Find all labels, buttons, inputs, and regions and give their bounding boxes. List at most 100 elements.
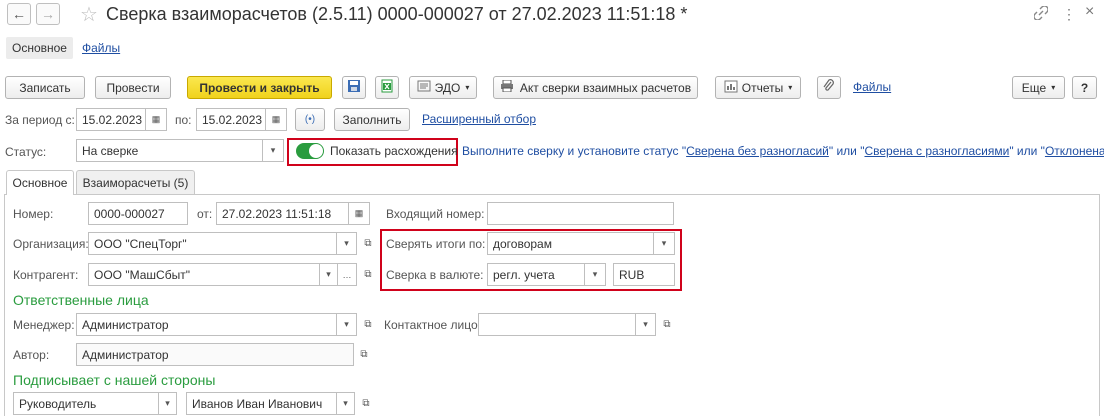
reports-label: Отчеты: [741, 80, 784, 95]
window-title: Сверка взаиморасчетов (2.5.11) 0000-0000…: [106, 4, 688, 24]
dropdown-arrow-icon: ▾: [465, 83, 470, 92]
contact-input[interactable]: [478, 313, 636, 336]
open-form-icon[interactable]: ⧉: [356, 346, 372, 362]
manager-label: Менеджер:: [13, 318, 75, 332]
tab-divider: [4, 194, 1100, 195]
period-from-label: За период с:: [5, 113, 75, 127]
more-button[interactable]: Еще ▾: [1012, 76, 1065, 99]
currency-code-field: RUB: [613, 263, 675, 286]
reconcile-by-select[interactable]: договорам: [487, 232, 654, 255]
counterparty-select-button[interactable]: …: [338, 263, 357, 286]
open-form-icon[interactable]: ⧉: [360, 316, 376, 332]
dropdown-arrow-icon: ▾: [344, 319, 349, 329]
hint-text: Выполните сверку и установите статус ": [462, 144, 687, 158]
signer-role-select[interactable]: Руководитель: [13, 392, 159, 415]
post-and-close-button[interactable]: Провести и закрыть: [187, 76, 332, 99]
period-to-input[interactable]: 15.02.2023: [196, 108, 266, 131]
hint-text: " или ": [828, 144, 865, 158]
act-reconciliation-button[interactable]: Акт сверки взаимных расчетов: [493, 76, 698, 99]
excel-button[interactable]: [375, 76, 399, 99]
close-icon[interactable]: ×: [1085, 3, 1094, 21]
currency-dropdown-button[interactable]: ▾: [585, 263, 606, 286]
calendar-from-button[interactable]: ▦: [146, 108, 167, 131]
forward-arrow-icon: →: [41, 6, 55, 22]
print-icon: [500, 79, 514, 95]
dropdown-arrow-icon: ▾: [344, 238, 349, 248]
excel-icon: [380, 79, 394, 96]
inner-tab-settlements[interactable]: Взаиморасчеты (5): [76, 170, 195, 194]
report-icon: [724, 80, 738, 96]
calendar-icon: ▦: [271, 114, 281, 124]
more-label: Еще: [1021, 80, 1047, 95]
responsible-section-title: Ответственные лица: [13, 292, 149, 308]
act-label: Акт сверки взаимных расчетов: [519, 80, 692, 95]
organization-dropdown-button[interactable]: ▾: [337, 232, 357, 255]
dropdown-arrow-icon: ▾: [643, 319, 648, 329]
signer-role-dropdown-button[interactable]: ▾: [159, 392, 177, 415]
open-form-icon[interactable]: ⧉: [358, 395, 374, 411]
signer-section-title: Подписывает с нашей стороны: [13, 372, 216, 388]
save-disk-button[interactable]: [342, 76, 366, 99]
more-menu-icon[interactable]: ⋮: [1062, 6, 1076, 23]
open-form-icon[interactable]: ⧉: [360, 235, 376, 251]
show-diff-toggle[interactable]: [296, 143, 324, 159]
manager-input[interactable]: Администратор: [76, 313, 337, 336]
forward-button[interactable]: →: [36, 3, 60, 25]
post-button[interactable]: Провести: [95, 76, 171, 99]
date-input[interactable]: 27.02.2023 11:51:18: [216, 202, 349, 225]
open-form-icon[interactable]: ⧉: [659, 316, 675, 332]
period-select-icon: (•): [304, 114, 316, 125]
link-icon[interactable]: [1033, 5, 1049, 23]
inner-tab-main[interactable]: Основное: [6, 170, 74, 195]
status-label: Статус:: [5, 145, 47, 159]
dropdown-arrow-icon: ▾: [661, 238, 667, 248]
hint-text: " или ": [1009, 144, 1045, 158]
tab-main[interactable]: Основное: [6, 37, 73, 59]
save-button[interactable]: Записать: [5, 76, 85, 99]
reconcile-by-dropdown-button[interactable]: ▾: [654, 232, 675, 255]
dropdown-arrow-icon: ▾: [165, 398, 170, 408]
advanced-filter-link[interactable]: Расширенный отбор: [422, 112, 536, 126]
reports-button[interactable]: Отчеты ▾: [715, 76, 801, 99]
help-button[interactable]: ?: [1072, 76, 1097, 99]
favorite-star-icon[interactable]: ☆: [80, 2, 98, 27]
period-from-input[interactable]: 15.02.2023: [76, 108, 146, 131]
files-link[interactable]: Файлы: [853, 80, 891, 94]
back-button[interactable]: ←: [7, 3, 31, 25]
author-label: Автор:: [13, 348, 50, 362]
counterparty-input[interactable]: ООО "МашСбыт": [88, 263, 320, 286]
period-to-label: по:: [175, 113, 192, 127]
period-select-button[interactable]: (•): [295, 108, 325, 131]
status-link-rejected[interactable]: Отклонена: [1045, 144, 1104, 158]
edo-button[interactable]: ЭДО ▾: [409, 76, 477, 99]
status-select[interactable]: На сверке: [76, 139, 263, 162]
dropdown-arrow-icon: ▾: [270, 145, 276, 155]
reconcile-by-label: Сверять итоги по:: [386, 237, 486, 251]
organization-input[interactable]: ООО "СпецТорг": [88, 232, 337, 255]
show-diff-label: Показать расхождения: [330, 144, 458, 158]
counterparty-dropdown-button[interactable]: ▾: [320, 263, 338, 286]
number-input[interactable]: 0000-000027: [88, 202, 188, 225]
open-form-icon[interactable]: ⧉: [360, 266, 376, 282]
attach-button[interactable]: [817, 76, 841, 99]
signer-name-input[interactable]: Иванов Иван Иванович: [186, 392, 337, 415]
status-link-no-diff[interactable]: Сверена без разногласий: [686, 144, 829, 158]
counterparty-label: Контрагент:: [13, 268, 79, 282]
incoming-number-input[interactable]: [487, 202, 674, 225]
tab-files[interactable]: Файлы: [82, 41, 120, 55]
dropdown-arrow-icon: ▾: [788, 83, 793, 92]
manager-dropdown-button[interactable]: ▾: [337, 313, 357, 336]
status-link-with-diff[interactable]: Сверена с разногласиями: [864, 144, 1009, 158]
dropdown-arrow-icon: ▾: [326, 269, 331, 279]
edo-label: ЭДО: [434, 80, 461, 95]
dropdown-arrow-icon: ▾: [1051, 83, 1056, 92]
edo-icon: [417, 80, 431, 95]
signer-name-dropdown-button[interactable]: ▾: [337, 392, 355, 415]
currency-select[interactable]: регл. учета: [487, 263, 585, 286]
contact-dropdown-button[interactable]: ▾: [636, 313, 656, 336]
status-dropdown-button[interactable]: ▾: [263, 139, 284, 162]
date-calendar-button[interactable]: ▦: [349, 202, 370, 225]
fill-button[interactable]: Заполнить: [334, 108, 410, 131]
currency-label: Сверка в валюте:: [386, 268, 484, 282]
calendar-to-button[interactable]: ▦: [266, 108, 287, 131]
